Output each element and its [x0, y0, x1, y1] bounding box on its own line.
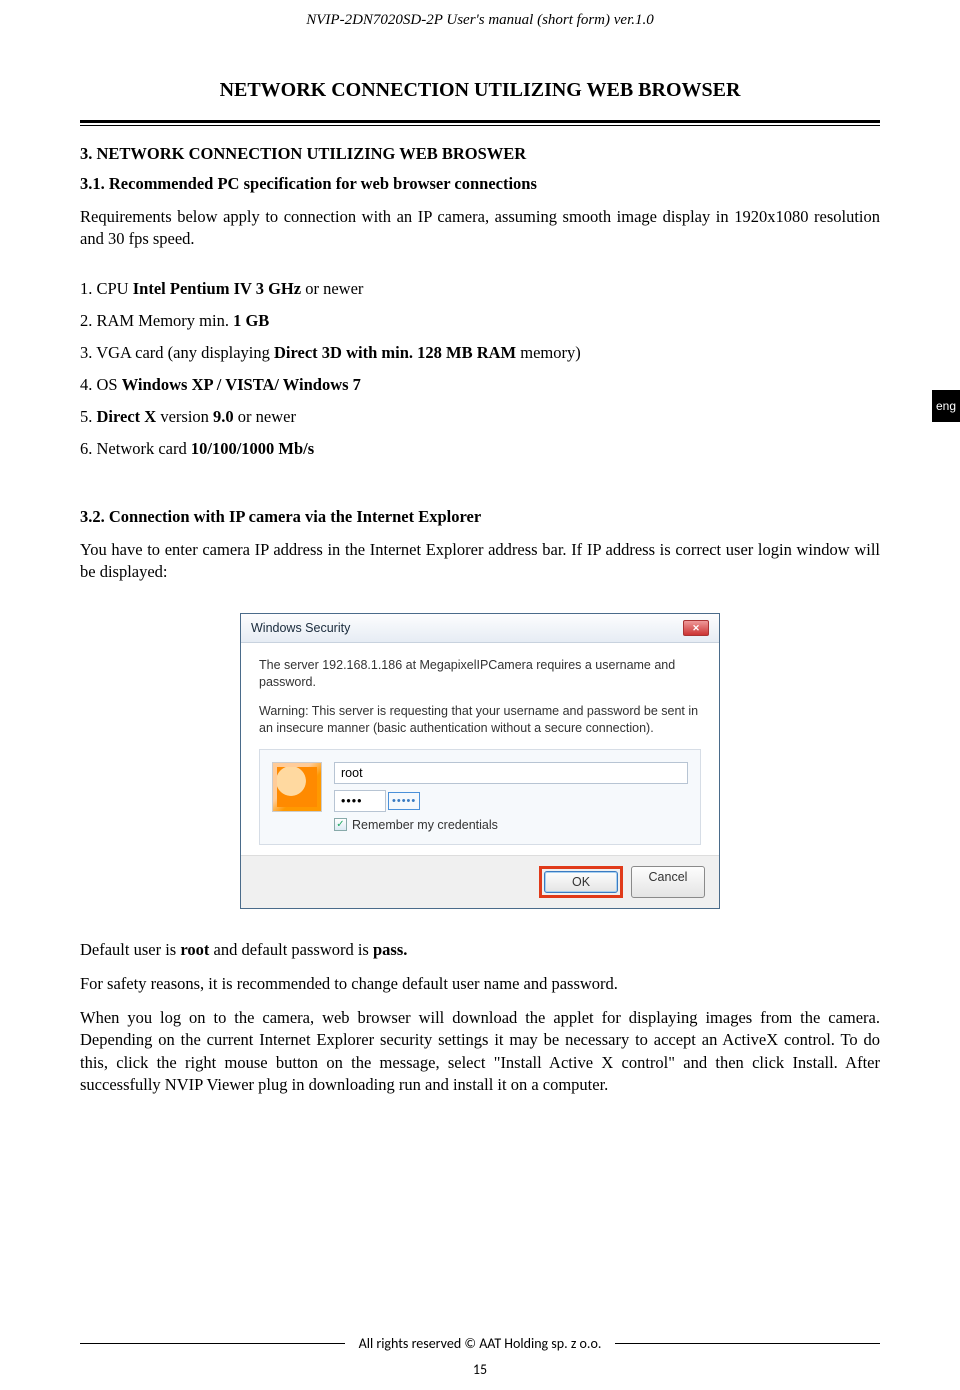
- divider-double: [80, 120, 880, 126]
- credential-fields: ••••• ✓ Remember my credentials: [334, 762, 688, 832]
- req-item-2: 2. RAM Memory min. 1 GB: [80, 311, 880, 331]
- username-input[interactable]: [334, 762, 688, 784]
- text-bold: 1 GB: [233, 311, 269, 330]
- language-tab: eng: [932, 390, 960, 422]
- cancel-button[interactable]: Cancel: [631, 866, 705, 898]
- footer-rule-right: [615, 1343, 880, 1345]
- text: or newer: [234, 407, 296, 426]
- paragraph: Default user is root and default passwor…: [80, 939, 880, 961]
- req-item-4: 4. OS Windows XP / VISTA/ Windows 7: [80, 375, 880, 395]
- text: Default user is: [80, 940, 180, 959]
- text-bold: Direct 3D with min. 128 MB RAM: [274, 343, 516, 362]
- paragraph: You have to enter camera IP address in t…: [80, 539, 880, 584]
- heading-3-2: 3.2. Connection with IP camera via the I…: [80, 507, 880, 527]
- text: 5.: [80, 407, 97, 426]
- close-icon[interactable]: ✕: [683, 620, 709, 636]
- text-bold: 10/100/1000 Mb/s: [191, 439, 314, 458]
- text: version: [156, 407, 213, 426]
- dialog-title-text: Windows Security: [251, 621, 350, 635]
- heading-3-1: 3.1. Recommended PC specification for we…: [80, 174, 880, 194]
- dialog-titlebar: Windows Security ✕: [241, 614, 719, 643]
- text: 4. OS: [80, 375, 122, 394]
- password-input[interactable]: [334, 790, 386, 812]
- heading-3: 3. NETWORK CONNECTION UTILIZING WEB BROS…: [80, 144, 880, 164]
- dialog-buttons: OK Cancel: [241, 855, 719, 908]
- text: or newer: [301, 279, 363, 298]
- text: 3. VGA card (any displaying: [80, 343, 274, 362]
- paragraph: For safety reasons, it is recommended to…: [80, 973, 880, 995]
- paragraph: When you log on to the camera, web brows…: [80, 1007, 880, 1096]
- password-row: •••••: [334, 790, 688, 812]
- dialog-message-2: Warning: This server is requesting that …: [259, 703, 701, 737]
- dialog-message-1: The server 192.168.1.186 at MegapixelIPC…: [259, 657, 701, 691]
- text-bold: Windows XP / VISTA/ Windows 7: [122, 375, 361, 394]
- dialog-screenshot: Windows Security ✕ The server 192.168.1.…: [80, 613, 880, 909]
- remember-checkbox[interactable]: ✓: [334, 818, 347, 831]
- paragraph: Requirements below apply to connection w…: [80, 206, 880, 251]
- text-bold: Intel Pentium IV 3 GHz: [133, 279, 301, 298]
- credentials-box: ••••• ✓ Remember my credentials: [259, 749, 701, 845]
- req-item-1: 1. CPU Intel Pentium IV 3 GHz or newer: [80, 279, 880, 299]
- req-item-5: 5. Direct X version 9.0 or newer: [80, 407, 880, 427]
- footer-rule-left: [80, 1343, 345, 1345]
- req-item-3: 3. VGA card (any displaying Direct 3D wi…: [80, 343, 880, 363]
- windows-security-dialog: Windows Security ✕ The server 192.168.1.…: [240, 613, 720, 909]
- doc-header: NVIP-2DN7020SD-2P User's manual (short f…: [80, 0, 880, 29]
- user-avatar-icon: [272, 762, 322, 812]
- req-item-6: 6. Network card 10/100/1000 Mb/s: [80, 439, 880, 459]
- text-bold: root: [180, 940, 209, 959]
- ok-highlight: OK: [539, 866, 623, 898]
- text-bold: 9.0: [213, 407, 234, 426]
- text: 2. RAM Memory min.: [80, 311, 233, 330]
- text: 6. Network card: [80, 439, 191, 458]
- page-number: 15: [0, 1361, 960, 1378]
- text-bold: Direct X: [97, 407, 157, 426]
- text: 1. CPU: [80, 279, 133, 298]
- footer-text: All rights reserved © AAT Holding sp. z …: [359, 1335, 602, 1352]
- remember-row: ✓ Remember my credentials: [334, 818, 688, 832]
- text: and default password is: [209, 940, 373, 959]
- password-overlay: •••••: [388, 792, 420, 810]
- dialog-body: The server 192.168.1.186 at MegapixelIPC…: [241, 643, 719, 855]
- text: memory): [516, 343, 581, 362]
- footer: All rights reserved © AAT Holding sp. z …: [0, 1335, 960, 1352]
- section-title: NETWORK CONNECTION UTILIZING WEB BROWSER: [80, 79, 880, 102]
- text-bold: pass.: [373, 940, 407, 959]
- remember-label: Remember my credentials: [352, 818, 498, 832]
- ok-button[interactable]: OK: [544, 871, 618, 893]
